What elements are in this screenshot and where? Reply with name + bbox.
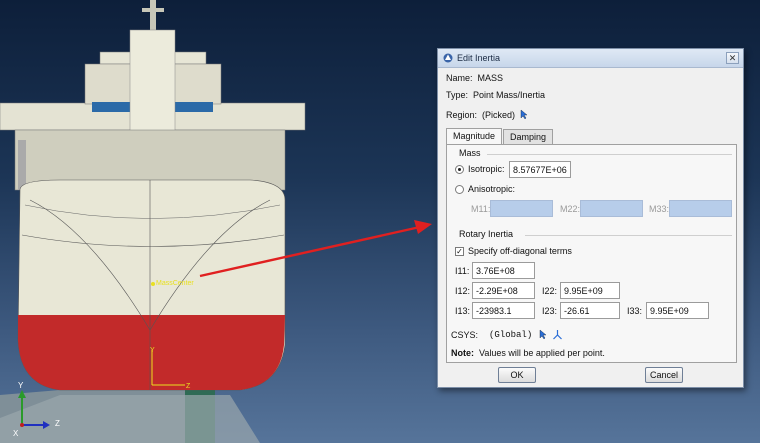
- tab-damping[interactable]: Damping: [503, 129, 554, 144]
- i13-input[interactable]: -23983.1: [472, 302, 535, 319]
- i12-label: I12:: [455, 286, 471, 296]
- m11-input[interactable]: [490, 200, 553, 217]
- i22-input[interactable]: 9.95E+09: [560, 282, 620, 299]
- i13-label: I13:: [455, 306, 471, 316]
- rotary-group-label: Rotary Inertia: [457, 229, 516, 239]
- svg-text:Y: Y: [150, 347, 155, 354]
- m22-input[interactable]: [580, 200, 643, 217]
- global-axis-y-label: Y: [18, 381, 24, 390]
- note-text: Values will be applied per point.: [479, 348, 605, 358]
- rotary-group-divider: [525, 235, 732, 236]
- abaqus-app-icon: [443, 53, 453, 63]
- m11-label: M11:: [471, 204, 491, 214]
- anisotropic-row: Anisotropic:: [455, 184, 515, 194]
- m33-input[interactable]: [669, 200, 732, 217]
- tab-bar: Magnitude Damping: [446, 128, 554, 144]
- csys-label: CSYS:: [451, 329, 479, 340]
- name-row: Name: MASS: [446, 73, 503, 83]
- create-csys-icon[interactable]: [552, 329, 563, 340]
- close-icon: ✕: [728, 52, 737, 63]
- m22-label: M22:: [560, 204, 581, 214]
- i33-input[interactable]: 9.95E+09: [646, 302, 709, 319]
- dialog-titlebar[interactable]: Edit Inertia ✕: [438, 49, 743, 68]
- offdiag-label: Specify off-diagonal terms: [468, 246, 572, 256]
- i12-input[interactable]: -2.29E+08: [472, 282, 535, 299]
- region-value: (Picked): [482, 109, 516, 120]
- type-row: Type: Point Mass/Inertia: [446, 90, 545, 100]
- m33-label: M33:: [649, 204, 670, 214]
- csys-value: (Global): [489, 329, 533, 340]
- dialog-title: Edit Inertia: [457, 53, 501, 63]
- offdiag-checkbox[interactable]: ✓: [455, 246, 464, 256]
- pick-csys-arrow-icon[interactable]: [539, 329, 548, 340]
- cancel-button[interactable]: Cancel: [645, 367, 683, 383]
- isotropic-mass-input[interactable]: 8.57677E+06: [509, 161, 571, 178]
- edit-inertia-dialog: Edit Inertia ✕ Name: MASS Type: Point Ma…: [437, 48, 744, 388]
- i33-label: I33:: [627, 306, 643, 316]
- isotropic-row: Isotropic:: [455, 164, 505, 174]
- i23-input[interactable]: -26.61: [560, 302, 620, 319]
- global-axis-x-label: X: [13, 429, 19, 438]
- csys-row: CSYS: (Global): [451, 329, 563, 340]
- ok-button[interactable]: OK: [498, 367, 536, 383]
- mass-group-label: Mass: [457, 148, 483, 158]
- note-label: Note:: [451, 348, 474, 358]
- anisotropic-label: Anisotropic:: [468, 184, 516, 194]
- isotropic-radio[interactable]: [455, 164, 464, 174]
- i23-label: I23:: [542, 306, 558, 316]
- i11-label: I11:: [455, 266, 470, 276]
- close-button[interactable]: ✕: [726, 52, 739, 64]
- name-value: MASS: [477, 73, 504, 83]
- i11-input[interactable]: 3.76E+08: [472, 262, 535, 279]
- tab-magnitude[interactable]: Magnitude: [446, 128, 503, 144]
- type-value: Point Mass/Inertia: [473, 90, 546, 100]
- reference-point-label: MassCenter: [156, 280, 194, 287]
- magnitude-panel: Mass Isotropic: 8.57677E+06 Anisotropic:…: [446, 144, 737, 363]
- offdiag-row: ✓ Specify off-diagonal terms: [455, 246, 572, 256]
- note-row: Note: Values will be applied per point.: [451, 348, 605, 358]
- mast: [150, 0, 156, 30]
- global-axis-z-label: Z: [55, 419, 60, 428]
- isotropic-label: Isotropic:: [468, 164, 505, 174]
- anisotropic-radio[interactable]: [455, 184, 464, 194]
- svg-text:Z: Z: [186, 383, 191, 390]
- mass-group-divider: [487, 154, 732, 155]
- pick-region-arrow-icon[interactable]: [520, 109, 529, 120]
- reference-point-marker: [151, 282, 155, 286]
- i22-label: I22:: [542, 286, 558, 296]
- region-label: Region:: [446, 109, 478, 120]
- name-label: Name:: [446, 73, 473, 83]
- type-label: Type:: [446, 90, 469, 100]
- region-row: Region: (Picked): [446, 109, 529, 120]
